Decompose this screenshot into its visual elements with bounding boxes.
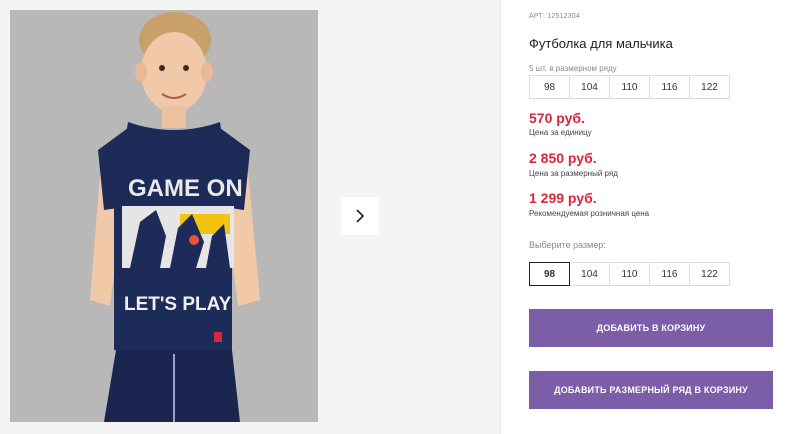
size-selector: 98 104 110 116 122 [529,262,730,286]
pack-sizes-list: 98 104 110 116 122 [529,75,730,99]
pack-size-item: 122 [689,75,730,99]
pack-size-item: 98 [529,75,570,99]
product-title: Футболка для мальчика [529,36,673,51]
add-to-cart-button[interactable]: ДОБАВИТЬ В КОРЗИНУ [529,309,773,347]
product-page: GAME ON LET'S PLAY АРТ: 12512304 Футболк… [0,0,800,434]
product-gallery: GAME ON LET'S PLAY [0,0,500,434]
chevron-right-icon [356,209,365,223]
pack-size-item: 116 [649,75,690,99]
unit-price-label: Цена за единицу [529,128,592,137]
unit-price: 570 руб. [529,110,585,126]
next-image-button[interactable] [341,197,379,235]
size-option-116[interactable]: 116 [649,262,690,286]
shirt-print-bottom: LET'S PLAY [124,294,232,315]
column-divider [500,0,501,434]
add-pack-to-cart-button[interactable]: ДОБАВИТЬ РАЗМЕРНЫЙ РЯД В КОРЗИНУ [529,371,773,409]
pack-size-hint: 5 шт. в размерном ряду [529,64,617,73]
choose-size-label: Выберите размер: [529,240,606,250]
size-option-122[interactable]: 122 [689,262,730,286]
pack-price: 2 850 руб. [529,150,597,166]
product-photo[interactable]: GAME ON LET'S PLAY [10,10,318,422]
boy-tshirt-photo: GAME ON LET'S PLAY [10,10,318,422]
retail-price-label: Рекомендуемая розничная цена [529,209,650,218]
shirt-print-top: GAME ON [128,175,243,202]
retail-price: 1 299 руб. [529,190,597,206]
pack-size-item: 110 [609,75,650,99]
size-option-110[interactable]: 110 [609,262,650,286]
size-option-104[interactable]: 104 [569,262,610,286]
pack-price-label: Цена за размерный ряд [529,169,618,178]
size-option-98[interactable]: 98 [529,262,570,286]
pack-size-item: 104 [569,75,610,99]
article-number: АРТ: 12512304 [529,13,580,20]
